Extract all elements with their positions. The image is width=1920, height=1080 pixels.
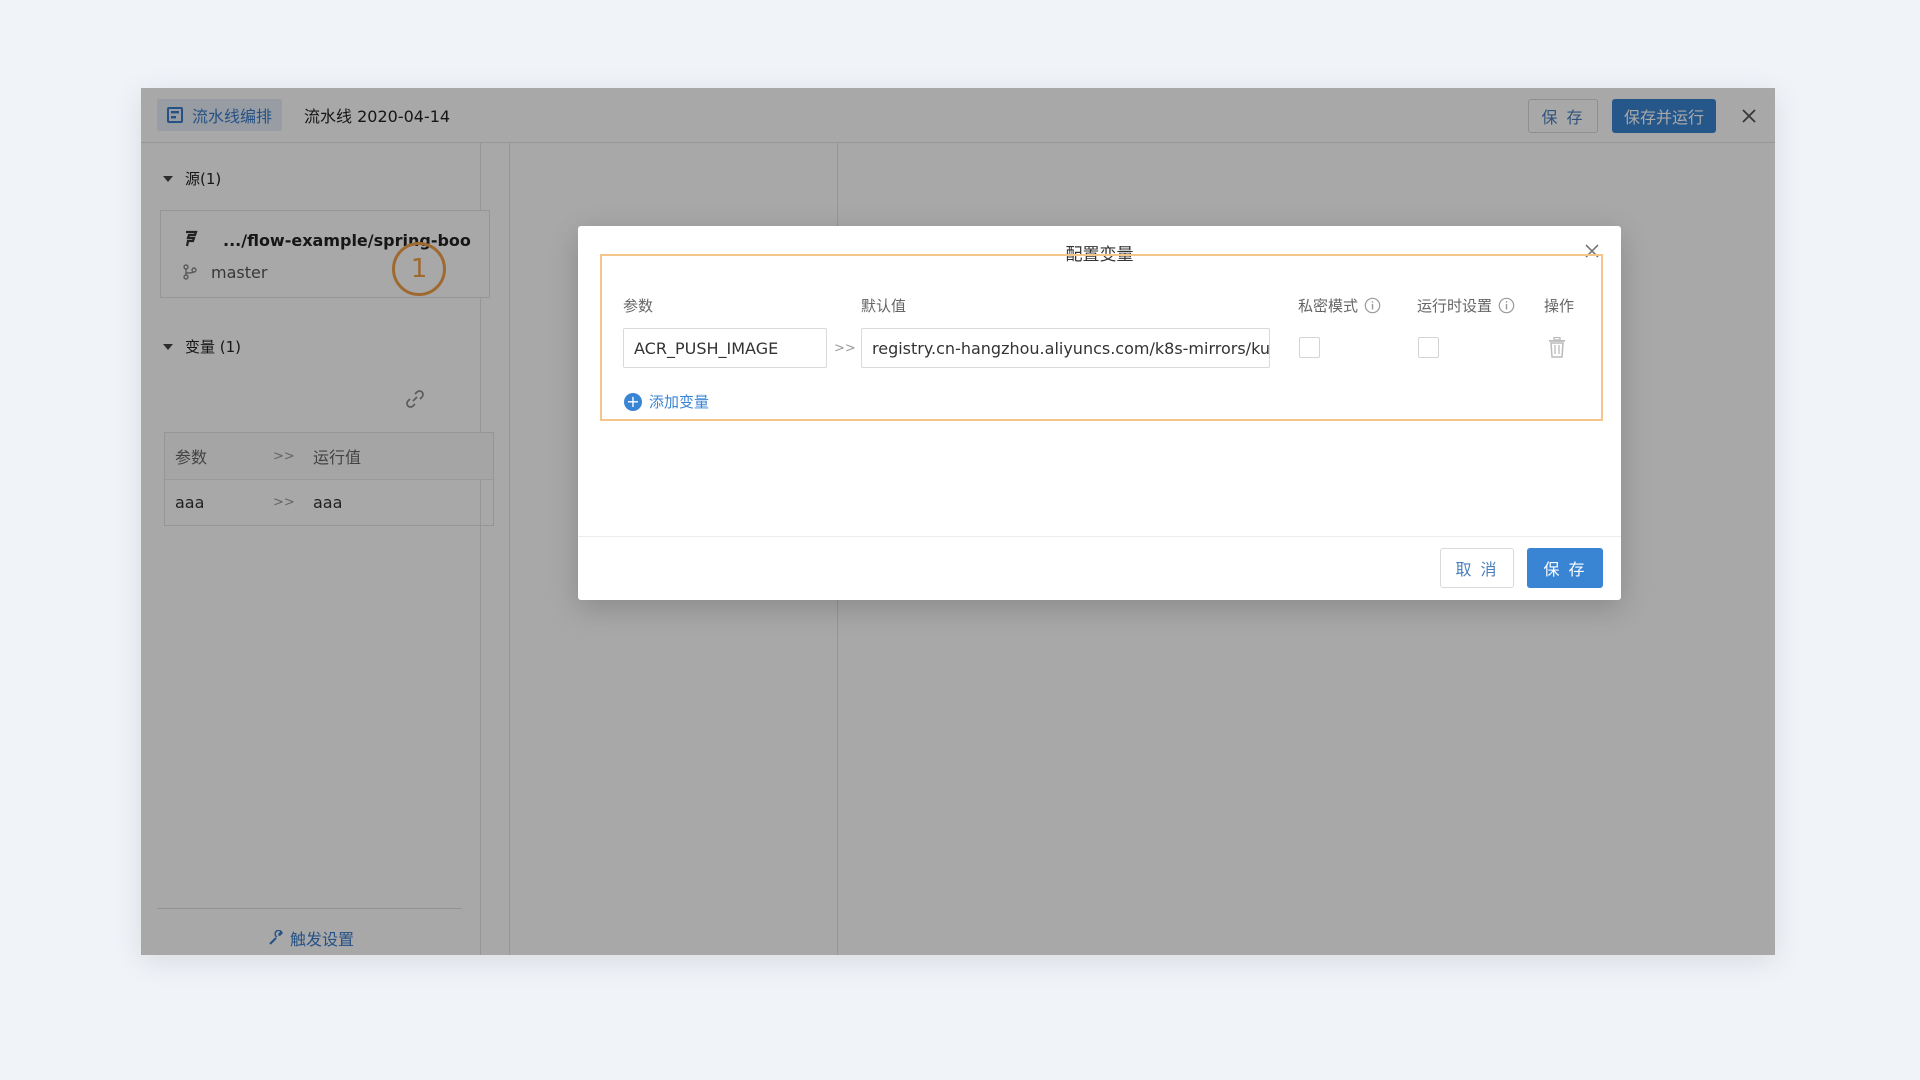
app-window: 流水线编排 流水线 2020-04-14 保 存 保存并运行 源(1) .../… [141, 88, 1775, 955]
column-header-private-mode: 私密模式 [1298, 295, 1381, 316]
save-button[interactable]: 保 存 [1527, 548, 1603, 588]
column-header-param: 参数 [623, 297, 654, 315]
configure-variables-dialog: 配置变量 参数 默认值 私密模式 运行时设置 操作 ACR_PUSH_IMAGE [578, 226, 1621, 600]
trash-icon[interactable] [1548, 337, 1566, 358]
dialog-footer-divider [578, 536, 1621, 537]
cancel-button[interactable]: 取 消 [1440, 548, 1514, 588]
column-header-operation: 操作 [1544, 297, 1575, 315]
row-separator: >> [834, 341, 856, 356]
runtime-setting-checkbox[interactable] [1418, 337, 1439, 358]
info-icon[interactable] [1498, 297, 1515, 314]
param-name-input[interactable]: ACR_PUSH_IMAGE [623, 328, 827, 368]
private-mode-checkbox[interactable] [1299, 337, 1320, 358]
private-mode-label: 私密模式 [1298, 297, 1359, 315]
runtime-setting-label: 运行时设置 [1417, 297, 1493, 315]
add-variable-button[interactable]: + 添加变量 [624, 391, 709, 412]
column-header-default-value: 默认值 [861, 297, 907, 315]
add-variable-label: 添加变量 [649, 393, 710, 411]
default-value-input[interactable]: registry.cn-hangzhou.aliyuncs.com/k8s-mi… [861, 328, 1270, 368]
column-header-runtime-setting: 运行时设置 [1417, 295, 1515, 316]
info-icon[interactable] [1364, 297, 1381, 314]
plus-circle-icon: + [624, 392, 642, 411]
